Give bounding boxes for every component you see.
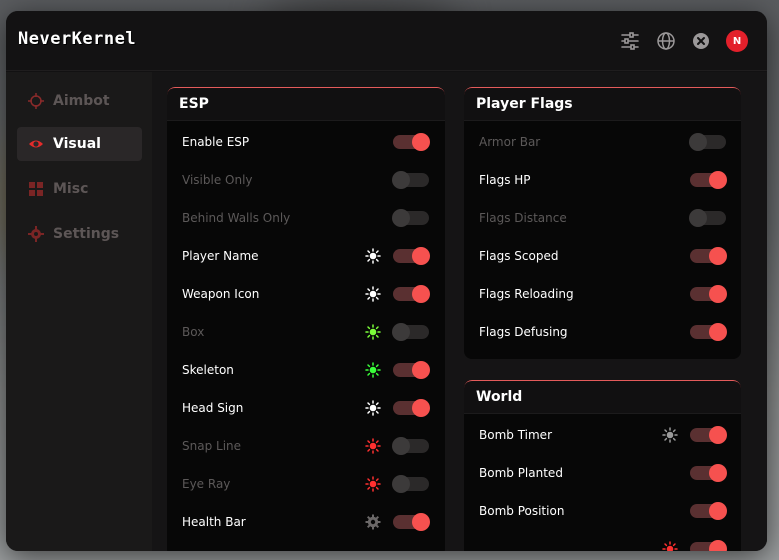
esp-row-weapon-icon: Weapon Icon [167, 275, 445, 313]
toggle-switch[interactable] [392, 475, 429, 493]
row-label: Flags Defusing [479, 325, 568, 339]
world-row-bomb-position: Bomb Position [464, 492, 741, 530]
esp-row-behind-walls-only: Behind Walls Only [167, 199, 445, 237]
esp-row-eye-ray: Eye Ray [167, 465, 445, 503]
sidebar-item-aimbot[interactable]: Aimbot [17, 84, 142, 118]
toggle-switch[interactable] [392, 437, 429, 455]
toggle-switch[interactable] [393, 513, 430, 531]
grid-icon [28, 181, 44, 197]
sidebar-item-label: Settings [53, 226, 120, 242]
esp-row-head-sign: Head Sign [167, 389, 445, 427]
row-label: Eye Ray [182, 477, 231, 491]
color-picker-icon[interactable] [364, 323, 382, 341]
row-label: Bomb Timer [479, 428, 552, 442]
avatar[interactable]: N [726, 30, 748, 52]
sidebar-item-visual[interactable]: Visual [17, 127, 142, 161]
esp-row-skeleton: Skeleton [167, 351, 445, 389]
panel-title: World [464, 380, 741, 414]
toggle-switch[interactable] [689, 209, 726, 227]
toggle-switch[interactable] [690, 171, 727, 189]
world-row-bomb-planted: Bomb Planted [464, 454, 741, 492]
app-title: NeverKernel [18, 29, 137, 49]
toggle-switch[interactable] [393, 247, 430, 265]
header-bar: NeverKernel N [6, 11, 767, 71]
row-label: Box [182, 325, 205, 339]
flags-row-flags-distance: Flags Distance [464, 199, 741, 237]
esp-row-snap-line: Snap Line [167, 427, 445, 465]
color-picker-icon[interactable] [661, 426, 679, 444]
gear-icon[interactable] [364, 513, 382, 531]
sidebar: Aimbot Visual Misc Settings [6, 72, 152, 551]
toggle-switch[interactable] [393, 285, 430, 303]
row-label: Flags Distance [479, 211, 567, 225]
row-label: Health Bar [182, 515, 246, 529]
eye-icon [28, 136, 44, 152]
toggle-switch[interactable] [392, 323, 429, 341]
row-label: Bomb Planted [479, 466, 563, 480]
color-picker-icon[interactable] [661, 540, 679, 551]
toggle-switch[interactable] [393, 361, 430, 379]
row-label: Snap Line [182, 439, 242, 453]
toggle-switch[interactable] [393, 399, 430, 417]
row-label: Head Sign [182, 401, 244, 415]
flags-row-flags-reloading: Flags Reloading [464, 275, 741, 313]
toggle-switch[interactable] [690, 285, 727, 303]
row-label: Flags Reloading [479, 287, 574, 301]
toggle-switch[interactable] [690, 247, 727, 265]
panel-title: ESP [167, 87, 445, 121]
toggle-switch[interactable] [690, 502, 727, 520]
player-flags-panel: Player Flags Armor Bar Flags HP Flags Di… [464, 87, 741, 359]
toggle-switch[interactable] [690, 464, 727, 482]
main-content: ESP Enable ESP Visible Only Behind Walls… [152, 72, 767, 551]
row-label: Behind Walls Only [182, 211, 291, 225]
app-window: NeverKernel N Aimbot Visual Misc Setting… [6, 11, 767, 551]
toggle-switch[interactable] [392, 209, 429, 227]
esp-panel: ESP Enable ESP Visible Only Behind Walls… [167, 87, 445, 551]
toggle-switch[interactable] [690, 426, 727, 444]
crosshair-icon [28, 93, 44, 109]
sidebar-item-label: Misc [53, 181, 89, 197]
row-label: Flags Scoped [479, 249, 559, 263]
sidebar-item-label: Visual [53, 136, 101, 152]
esp-row-health-bar: Health Bar [167, 503, 445, 541]
row-label: Visible Only [182, 173, 253, 187]
sidebar-item-settings[interactable]: Settings [17, 217, 142, 251]
row-label: Armor Bar [479, 135, 541, 149]
row-label: Player Name [182, 249, 259, 263]
row-label: Bomb Position [479, 504, 565, 518]
row-label: Weapon Icon [182, 287, 260, 301]
toggle-switch[interactable] [690, 323, 727, 341]
row-label: Skeleton [182, 363, 234, 377]
flags-row-flags-scoped: Flags Scoped [464, 237, 741, 275]
color-picker-icon[interactable] [364, 285, 382, 303]
toggle-switch[interactable] [689, 133, 726, 151]
toggle-switch[interactable] [393, 133, 430, 151]
world-row-partial [464, 530, 741, 551]
color-picker-icon[interactable] [364, 437, 382, 455]
gear-icon [28, 226, 44, 242]
esp-row-player-name: Player Name [167, 237, 445, 275]
toggle-switch[interactable] [392, 171, 429, 189]
panel-title: Player Flags [464, 87, 741, 121]
row-label: Enable ESP [182, 135, 250, 149]
sidebar-item-misc[interactable]: Misc [17, 172, 142, 206]
color-picker-icon[interactable] [364, 361, 382, 379]
globe-icon[interactable] [656, 31, 676, 51]
toggle-switch[interactable] [690, 540, 727, 551]
world-panel: World Bomb Timer Bomb Planted Bomb Posit… [464, 380, 741, 551]
sliders-icon[interactable] [620, 31, 640, 51]
esp-row-visible-only: Visible Only [167, 161, 445, 199]
color-picker-icon[interactable] [364, 399, 382, 417]
esp-row-enable-esp: Enable ESP [167, 123, 445, 161]
sidebar-item-label: Aimbot [53, 93, 110, 109]
color-picker-icon[interactable] [364, 247, 382, 265]
esp-row-box: Box [167, 313, 445, 351]
flags-row-flags-defusing: Flags Defusing [464, 313, 741, 351]
close-icon[interactable] [691, 31, 711, 51]
row-label: Flags HP [479, 173, 531, 187]
flags-row-flags-hp: Flags HP [464, 161, 741, 199]
world-row-bomb-timer: Bomb Timer [464, 416, 741, 454]
flags-row-armor-bar: Armor Bar [464, 123, 741, 161]
color-picker-icon[interactable] [364, 475, 382, 493]
